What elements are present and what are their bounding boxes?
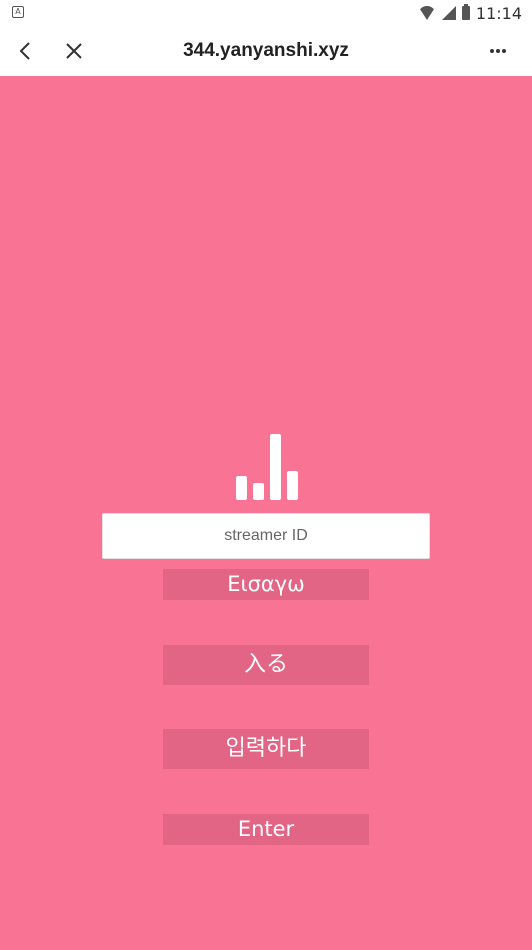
- more-horizontal-icon: [490, 49, 506, 53]
- enter-button-greek[interactable]: Εισαγω: [163, 569, 369, 600]
- notification-icon: A: [12, 6, 24, 18]
- battery-icon: [461, 4, 470, 20]
- signal-icon: [441, 6, 456, 20]
- wifi-icon: [417, 6, 436, 20]
- bar-chart-icon: [236, 434, 298, 500]
- close-icon: [66, 43, 82, 59]
- close-button[interactable]: [59, 36, 89, 66]
- status-bar: A 11:14: [0, 0, 532, 26]
- browser-toolbar: 344.yanyanshi.xyz: [0, 26, 532, 76]
- streamer-id-input[interactable]: [102, 513, 430, 559]
- enter-button-japanese[interactable]: 入る: [163, 645, 369, 685]
- more-menu-button[interactable]: [483, 36, 513, 66]
- back-button[interactable]: [11, 36, 41, 66]
- status-time: 11:14: [475, 3, 522, 23]
- page-url-title: 344.yanyanshi.xyz: [183, 40, 349, 61]
- main-content: Εισαγω 入る 입력하다 Enter: [0, 76, 532, 950]
- enter-button-english[interactable]: Enter: [163, 814, 369, 845]
- enter-button-korean[interactable]: 입력하다: [163, 729, 369, 769]
- status-icons: 11:14: [417, 2, 522, 24]
- chevron-left-icon: [19, 42, 30, 60]
